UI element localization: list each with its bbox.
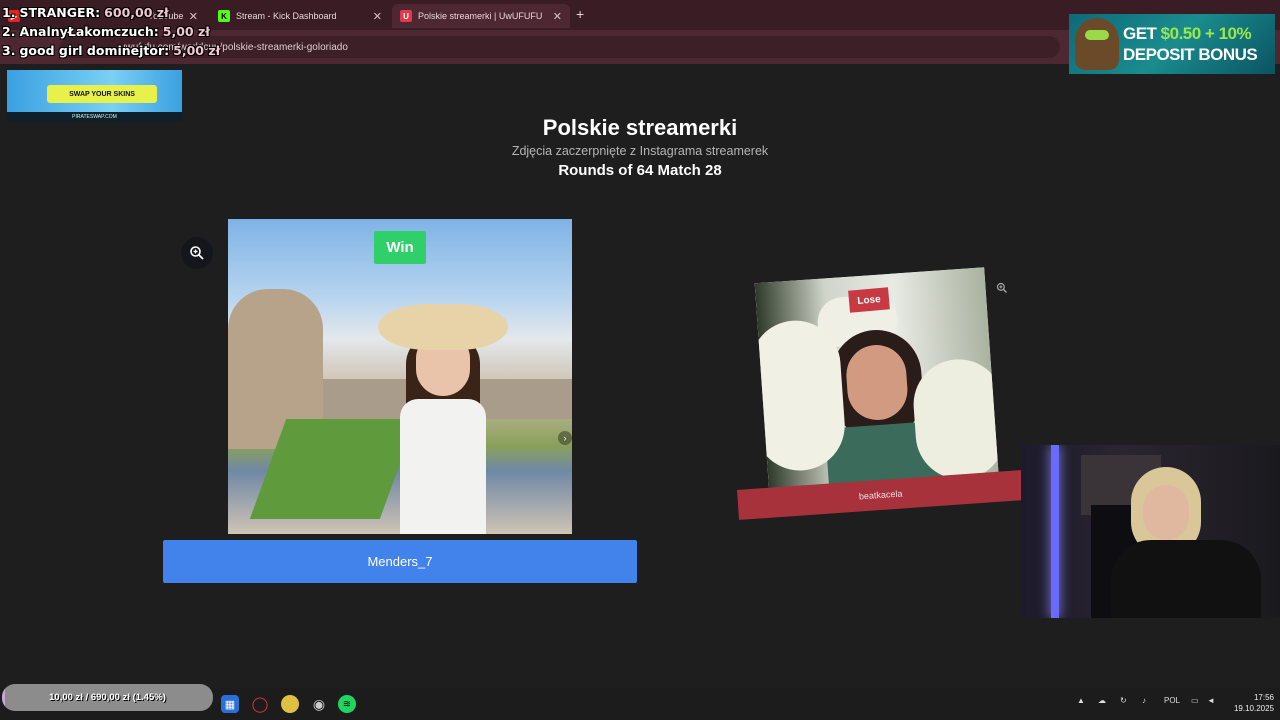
donor-name: STRANGER: [19, 5, 101, 20]
clock-date: 19.10.2025 [1233, 704, 1274, 713]
chevron-right-icon[interactable]: › [558, 431, 572, 445]
donation-rank: 1. [2, 5, 16, 20]
donor-name: AnalnyŁakomczuch: [19, 24, 159, 39]
donation-amount: 5,00 zł [162, 24, 210, 39]
win-badge: Win [374, 231, 426, 264]
clock[interactable]: 17:56 19.10.2025 [1224, 692, 1274, 714]
zoom-button-left[interactable] [181, 237, 213, 269]
donation-amount: 5,00 zł [173, 43, 221, 58]
tab-title: Polskie streamerki | UwUFUFU [418, 11, 543, 21]
donation-leaderboard: 1. STRANGER: 600,00 zł 2. AnalnyŁakomczu… [2, 3, 220, 60]
cloud-icon[interactable]: ☁ [1098, 696, 1106, 705]
close-icon[interactable]: ✕ [553, 10, 562, 23]
round-label: Rounds of 64 Match 28 [558, 162, 722, 179]
volume-icon[interactable]: ◄ [1207, 696, 1215, 705]
chevron-up-icon[interactable]: ▲ [1077, 696, 1085, 705]
zoom-in-icon [190, 246, 204, 260]
page-title: Polskie streamerki [542, 115, 738, 140]
donation-rank: 3. [2, 43, 16, 58]
donation-entry: 1. STRANGER: 600,00 zł [2, 3, 220, 22]
zoom-in-icon [996, 282, 1007, 293]
store-icon[interactable]: ▦ [221, 695, 239, 713]
tab-title: Stream - Kick Dashboard [236, 11, 337, 21]
candidate-image-left[interactable] [228, 219, 572, 534]
network-icon[interactable]: ▭ [1191, 696, 1199, 705]
new-tab-icon[interactable]: + [576, 6, 584, 22]
ad-subheadline: DEPOSIT BONUS [1123, 45, 1258, 64]
donation-goal-bar: 10,00 zł / 690,00 zł (1.45%) [2, 684, 213, 711]
clock-time: 17:56 [1253, 693, 1274, 702]
ad-banner-right[interactable]: GET $0.50 + 10% DEPOSIT BONUS [1069, 14, 1275, 74]
language-indicator[interactable]: POL [1164, 696, 1180, 705]
lose-badge: Lose [848, 287, 890, 313]
microphone-icon[interactable]: ♪ [1142, 696, 1146, 705]
ad-headline: GET $0.50 + 10% [1123, 24, 1252, 43]
zoom-button-right[interactable] [987, 273, 1017, 303]
browser-icon[interactable] [281, 695, 299, 713]
obs-icon[interactable]: ◉ [310, 695, 328, 713]
donation-amount: 600,00 zł [104, 5, 169, 20]
donation-entry: 3. good girl dominejtor: 5,00 zł [2, 41, 220, 60]
close-icon[interactable]: ✕ [373, 10, 382, 23]
page-subtitle: Zdjęcia zaczerpnięte z Instagrama stream… [511, 144, 769, 158]
donation-entry: 2. AnalnyŁakomczuch: 5,00 zł [2, 22, 220, 41]
ad-cta: SWAP YOUR SKINS [47, 85, 157, 103]
uwufufu-icon: U [400, 10, 412, 22]
tab-kick-dashboard[interactable]: K Stream - Kick Dashboard ✕ [210, 4, 390, 28]
spotify-icon[interactable]: ≋ [338, 695, 356, 713]
opera-icon[interactable]: ◯ [251, 695, 269, 713]
tab-uwufufu[interactable]: U Polskie streamerki | UwUFUFU ✕ [392, 4, 570, 28]
sync-icon[interactable]: ↻ [1120, 696, 1127, 705]
donation-rank: 2. [2, 24, 16, 39]
donor-name: good girl dominejtor: [19, 43, 170, 58]
webcam-overlay [1021, 445, 1280, 618]
mascot-icon [1075, 18, 1119, 70]
goal-text: 10,00 zł / 690,00 zł (1.45%) [49, 692, 166, 703]
candidate-name-button-left[interactable]: Menders_7 [163, 540, 637, 583]
